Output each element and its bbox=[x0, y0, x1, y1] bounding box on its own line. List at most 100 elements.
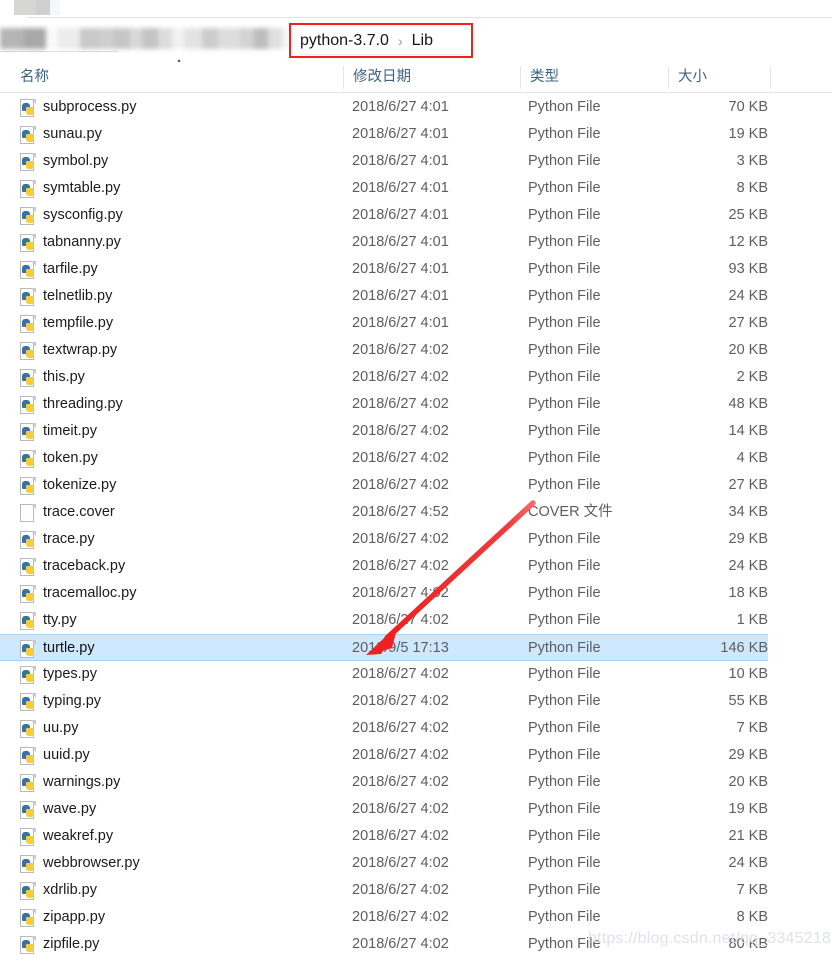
file-row[interactable]: uu.py 2018/6/27 4:02 Python File 7 KB bbox=[0, 715, 832, 742]
cell-size: 12 KB bbox=[728, 234, 769, 250]
file-row[interactable]: symtable.py 2018/6/27 4:01 Python File 8 KB bbox=[0, 175, 832, 202]
column-header-date[interactable]: 修改日期 bbox=[343, 62, 520, 92]
python-file-icon bbox=[20, 207, 36, 226]
cell-name: tracemalloc.py bbox=[43, 585, 137, 601]
python-file-icon bbox=[20, 612, 36, 631]
cell-size: 4 KB bbox=[736, 450, 768, 466]
file-row[interactable]: symbol.py 2018/6/27 4:01 Python File 3 KB bbox=[0, 148, 832, 175]
file-row[interactable]: typing.py 2018/6/27 4:02 Python File 55 KB bbox=[0, 688, 832, 715]
file-row[interactable]: xdrlib.py 2018/6/27 4:02 Python File 7 KB bbox=[0, 877, 832, 904]
file-row[interactable]: traceback.py 2018/6/27 4:02 Python File 24 … bbox=[0, 553, 832, 580]
cell-date: 2018/6/27 4:01 bbox=[352, 153, 449, 169]
column-header-size[interactable]: 大小 bbox=[668, 62, 770, 92]
python-file-icon bbox=[20, 99, 36, 118]
cell-name: sysconfig.py bbox=[43, 207, 123, 223]
file-row[interactable]: uuid.py 2018/6/27 4:02 Python File 29 KB bbox=[0, 742, 832, 769]
window-chrome: python-3.7.0 › Lib bbox=[0, 0, 832, 60]
file-row[interactable]: tty.py 2018/6/27 4:02 Python File 1 KB bbox=[0, 607, 832, 634]
cell-size: 8 KB bbox=[736, 180, 768, 196]
file-row[interactable]: tarfile.py 2018/6/27 4:01 Python File 93 KB bbox=[0, 256, 832, 283]
cell-date: 2019/9/5 17:13 bbox=[352, 640, 449, 656]
cell-size: 24 KB bbox=[728, 288, 769, 304]
file-row[interactable]: tracemalloc.py 2018/6/27 4:02 Python File 1… bbox=[0, 580, 832, 607]
python-file-icon bbox=[20, 882, 36, 901]
cell-size: 146 KB bbox=[720, 640, 768, 656]
python-file-icon bbox=[20, 126, 36, 145]
file-row[interactable]: wave.py 2018/6/27 4:02 Python File 19 KB bbox=[0, 796, 832, 823]
cell-name: tty.py bbox=[43, 612, 77, 628]
file-row[interactable]: sunau.py 2018/6/27 4:01 Python File 19 KB bbox=[0, 121, 832, 148]
file-row[interactable]: types.py 2018/6/27 4:02 Python File 10 KB bbox=[0, 661, 832, 688]
cell-date: 2018/6/27 4:02 bbox=[352, 342, 449, 358]
redacted-address-path bbox=[0, 28, 290, 49]
python-file-icon bbox=[20, 450, 36, 469]
cell-size: 18 KB bbox=[728, 585, 769, 601]
file-row-selected[interactable]: turtle.py 2019/9/5 17:13 Python File 146 KB bbox=[0, 634, 768, 661]
python-file-icon bbox=[20, 640, 36, 659]
file-row[interactable]: trace.cover 2018/6/27 4:52 COVER 文件 34 KB bbox=[0, 499, 832, 526]
python-file-icon bbox=[20, 261, 36, 280]
cell-date: 2018/6/27 4:02 bbox=[352, 693, 449, 709]
chevron-right-icon: › bbox=[397, 33, 403, 49]
cell-size: 3 KB bbox=[736, 153, 768, 169]
column-header-name[interactable]: 名称 bbox=[10, 62, 343, 92]
cell-size: 25 KB bbox=[728, 207, 769, 223]
cell-size: 14 KB bbox=[728, 423, 769, 439]
python-file-icon bbox=[20, 477, 36, 496]
file-row[interactable]: this.py 2018/6/27 4:02 Python File 2 KB bbox=[0, 364, 832, 391]
cell-name: wave.py bbox=[43, 801, 97, 817]
file-row[interactable]: weakref.py 2018/6/27 4:02 Python File 21 KB bbox=[0, 823, 832, 850]
breadcrumb-segment-python[interactable]: python-3.7.0 bbox=[300, 32, 389, 50]
blog-watermark: https://blog.csdn.net/qq_33452181 bbox=[588, 930, 832, 947]
cell-name: zipapp.py bbox=[43, 909, 106, 925]
cell-date: 2018/6/27 4:01 bbox=[352, 234, 449, 250]
file-row[interactable]: trace.py 2018/6/27 4:02 Python File 29 KB bbox=[0, 526, 832, 553]
file-row[interactable]: tabnanny.py 2018/6/27 4:01 Python File 12 K… bbox=[0, 229, 832, 256]
column-header-type[interactable]: 类型 bbox=[520, 62, 668, 92]
file-row[interactable]: timeit.py 2018/6/27 4:02 Python File 14 KB bbox=[0, 418, 832, 445]
file-row[interactable]: subprocess.py 2018/6/27 4:01 Python File 70… bbox=[0, 94, 832, 121]
file-row[interactable]: sysconfig.py 2018/6/27 4:01 Python File 25 … bbox=[0, 202, 832, 229]
cell-date: 2018/6/27 4:02 bbox=[352, 477, 449, 493]
cell-size: 29 KB bbox=[728, 747, 769, 763]
cell-size: 7 KB bbox=[736, 882, 768, 898]
cell-size: 24 KB bbox=[728, 558, 769, 574]
file-row[interactable]: textwrap.py 2018/6/27 4:02 Python File 20 K… bbox=[0, 337, 832, 364]
cell-date: 2018/6/27 4:02 bbox=[352, 396, 449, 412]
tab-stub-a bbox=[14, 0, 36, 15]
column-divider-4[interactable] bbox=[770, 66, 771, 89]
cell-size: 27 KB bbox=[728, 477, 769, 493]
breadcrumb-segment-lib[interactable]: Lib bbox=[412, 32, 433, 50]
file-list: subprocess.py 2018/6/27 4:01 Python File 70… bbox=[0, 94, 832, 962]
cell-size: 8 KB bbox=[736, 909, 768, 925]
cell-name: trace.py bbox=[43, 531, 95, 547]
cell-size: 93 KB bbox=[728, 261, 769, 277]
cell-date: 2018/6/27 4:02 bbox=[352, 666, 449, 682]
cell-size: 1 KB bbox=[736, 612, 768, 628]
file-row[interactable]: warnings.py 2018/6/27 4:02 Python File 20 K… bbox=[0, 769, 832, 796]
cell-date: 2018/6/27 4:01 bbox=[352, 207, 449, 223]
cell-date: 2018/6/27 4:02 bbox=[352, 531, 449, 547]
breadcrumb[interactable]: python-3.7.0 › Lib bbox=[300, 29, 433, 53]
cell-size: 10 KB bbox=[728, 666, 769, 682]
cell-size: 34 KB bbox=[728, 504, 769, 520]
cell-name: token.py bbox=[43, 450, 98, 466]
cell-name: timeit.py bbox=[43, 423, 97, 439]
file-row[interactable]: threading.py 2018/6/27 4:02 Python File 48 … bbox=[0, 391, 832, 418]
cell-name: sunau.py bbox=[43, 126, 102, 142]
file-row[interactable]: telnetlib.py 2018/6/27 4:01 Python File 24 … bbox=[0, 283, 832, 310]
file-row[interactable]: webbrowser.py 2018/6/27 4:02 Python File 24… bbox=[0, 850, 832, 877]
cell-name: symbol.py bbox=[43, 153, 109, 169]
cell-date: 2018/6/27 4:02 bbox=[352, 423, 449, 439]
cell-name: turtle.py bbox=[43, 640, 95, 656]
python-file-icon bbox=[20, 180, 36, 199]
file-row[interactable]: zipapp.py 2018/6/27 4:02 Python File 8 KB bbox=[0, 904, 832, 931]
cell-name: uu.py bbox=[43, 720, 79, 736]
python-file-icon bbox=[20, 585, 36, 604]
python-file-icon bbox=[20, 666, 36, 685]
cell-date: 2018/6/27 4:02 bbox=[352, 801, 449, 817]
file-row[interactable]: tempfile.py 2018/6/27 4:01 Python File 27 K… bbox=[0, 310, 832, 337]
file-row[interactable]: token.py 2018/6/27 4:02 Python File 4 KB bbox=[0, 445, 832, 472]
python-file-icon bbox=[20, 396, 36, 415]
file-row[interactable]: tokenize.py 2018/6/27 4:02 Python File 27 K… bbox=[0, 472, 832, 499]
